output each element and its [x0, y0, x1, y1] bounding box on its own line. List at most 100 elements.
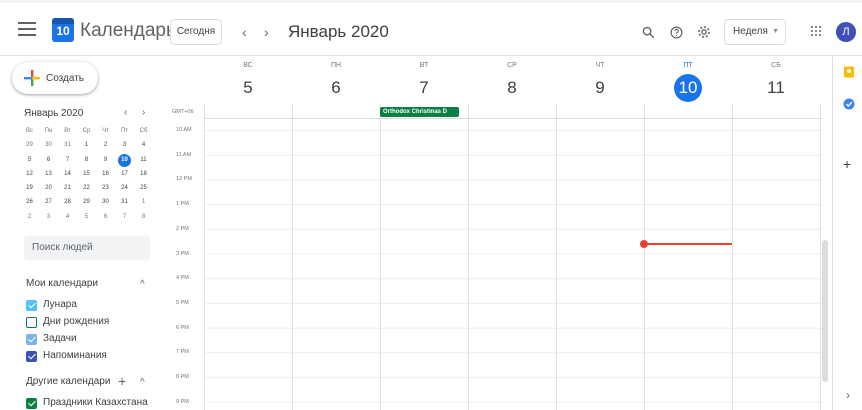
all-day-event-chip[interactable]: Orthodox Christmas D — [380, 107, 459, 117]
day-header[interactable]: ВТ 7 — [380, 62, 468, 100]
people-search-input[interactable]: Поиск людей — [24, 236, 150, 260]
mini-day[interactable]: 27 — [39, 195, 58, 209]
mini-day[interactable]: 5 — [77, 210, 96, 224]
mini-day[interactable]: 6 — [39, 153, 58, 167]
mini-day[interactable]: 30 — [96, 195, 115, 209]
mini-day[interactable]: 8 — [77, 153, 96, 167]
search-icon[interactable] — [642, 26, 655, 39]
my-calendars-collapse-icon[interactable]: ^ — [140, 279, 145, 290]
calendar-checkbox[interactable] — [26, 317, 37, 328]
day-header-weekday: ПТ — [683, 62, 693, 69]
mini-day[interactable]: 16 — [96, 167, 115, 181]
mini-prev-month-button[interactable]: ‹ — [124, 107, 127, 118]
today-button[interactable]: Сегодня — [170, 19, 222, 45]
mini-day[interactable]: 22 — [77, 181, 96, 195]
mini-day[interactable]: 12 — [20, 167, 39, 181]
week-grid[interactable] — [204, 104, 822, 410]
top-border — [0, 0, 862, 3]
mini-day[interactable]: 15 — [77, 167, 96, 181]
menu-icon[interactable] — [18, 22, 36, 36]
mini-day[interactable]: 8 — [134, 210, 153, 224]
day-header[interactable]: ВС 5 — [204, 62, 292, 100]
mini-day[interactable]: 6 — [96, 210, 115, 224]
help-icon[interactable] — [670, 26, 683, 39]
grid-scrollbar[interactable] — [822, 240, 828, 382]
mini-day[interactable]: 11 — [134, 153, 153, 167]
day-header[interactable]: СР 8 — [468, 62, 556, 100]
calendar-checkbox[interactable] — [26, 351, 37, 362]
mini-day[interactable]: 25 — [134, 181, 153, 195]
day-header-date[interactable]: 7 — [380, 76, 468, 100]
mini-day[interactable]: 29 — [77, 195, 96, 209]
mini-day[interactable]: 20 — [39, 181, 58, 195]
gear-icon[interactable] — [697, 25, 711, 39]
other-calendars-title[interactable]: Другие календари — [26, 376, 110, 387]
avatar[interactable]: Л — [836, 22, 856, 42]
day-header[interactable]: ЧТ 9 — [556, 62, 644, 100]
view-select[interactable]: Неделя ▼ — [724, 19, 786, 45]
mini-day[interactable]: 18 — [134, 167, 153, 181]
mini-day[interactable]: 29 — [20, 138, 39, 152]
expand-panel-icon[interactable]: › — [846, 388, 850, 402]
mini-day[interactable]: 19 — [20, 181, 39, 195]
mini-day[interactable]: 3 — [39, 210, 58, 224]
hour-label: 12 PM — [176, 176, 192, 183]
my-calendars-title[interactable]: Мои календари — [26, 278, 98, 289]
mini-day[interactable]: 5 — [20, 153, 39, 167]
mini-weekday: Вс — [25, 128, 33, 134]
day-header[interactable]: ПН 6 — [292, 62, 380, 100]
calendar-logo-icon[interactable]: 10 — [52, 18, 74, 42]
mini-day[interactable]: 4 — [134, 138, 153, 152]
day-header-weekday: ПН — [330, 62, 342, 69]
mini-day[interactable]: 28 — [58, 195, 77, 209]
mini-day[interactable]: 1 — [77, 138, 96, 152]
mini-day[interactable]: 13 — [39, 167, 58, 181]
day-header-date[interactable]: 11 — [732, 76, 820, 100]
day-header-weekday: СР — [507, 62, 517, 69]
mini-day[interactable]: 31 — [58, 138, 77, 152]
day-header-date[interactable]: 6 — [292, 76, 380, 100]
mini-day[interactable]: 4 — [58, 210, 77, 224]
app-title[interactable]: Календарь — [80, 20, 176, 42]
day-header-date[interactable]: 9 — [556, 76, 644, 100]
mini-day[interactable]: 2 — [20, 210, 39, 224]
create-button[interactable]: Создать — [12, 62, 98, 94]
tasks-icon[interactable] — [843, 98, 855, 110]
add-calendar-icon[interactable]: + — [118, 373, 126, 389]
mini-day[interactable]: 10 — [115, 153, 134, 167]
mini-day[interactable]: 9 — [96, 153, 115, 167]
plus-icon — [24, 70, 40, 86]
prev-week-button[interactable]: ‹ — [242, 24, 247, 40]
add-addon-icon[interactable]: + — [843, 156, 851, 172]
day-header[interactable]: СБ 11 — [732, 62, 820, 100]
other-calendars-collapse-icon[interactable]: ^ — [140, 377, 145, 388]
mini-day[interactable]: 17 — [115, 167, 134, 181]
mini-day[interactable]: 3 — [115, 138, 134, 152]
apps-icon[interactable] — [811, 26, 821, 36]
keep-icon[interactable] — [843, 66, 855, 78]
calendar-checkbox[interactable] — [26, 300, 37, 311]
calendar-checkbox[interactable] — [26, 334, 37, 345]
hour-label: 3 PM — [176, 250, 189, 257]
next-week-button[interactable]: › — [264, 24, 269, 40]
day-header-date[interactable]: 8 — [468, 76, 556, 100]
day-header-date[interactable]: 10 — [644, 74, 732, 102]
mini-day[interactable]: 7 — [58, 153, 77, 167]
current-time-line — [645, 243, 732, 245]
mini-day[interactable]: 26 — [20, 195, 39, 209]
mini-next-month-button[interactable]: › — [142, 107, 145, 118]
mini-day[interactable]: 1 — [134, 195, 153, 209]
mini-day[interactable]: 21 — [58, 181, 77, 195]
mini-day[interactable]: 23 — [96, 181, 115, 195]
mini-day[interactable]: 14 — [58, 167, 77, 181]
day-header-weekday: ЧТ — [595, 62, 605, 69]
calendar-checkbox[interactable] — [26, 398, 37, 409]
mini-day[interactable]: 30 — [39, 138, 58, 152]
mini-day[interactable]: 24 — [115, 181, 134, 195]
hour-label: 2 PM — [176, 225, 189, 232]
mini-day[interactable]: 7 — [115, 210, 134, 224]
mini-day[interactable]: 31 — [115, 195, 134, 209]
day-header-date[interactable]: 5 — [204, 76, 292, 100]
day-header[interactable]: ПТ 10 — [644, 62, 732, 102]
mini-day[interactable]: 2 — [96, 138, 115, 152]
